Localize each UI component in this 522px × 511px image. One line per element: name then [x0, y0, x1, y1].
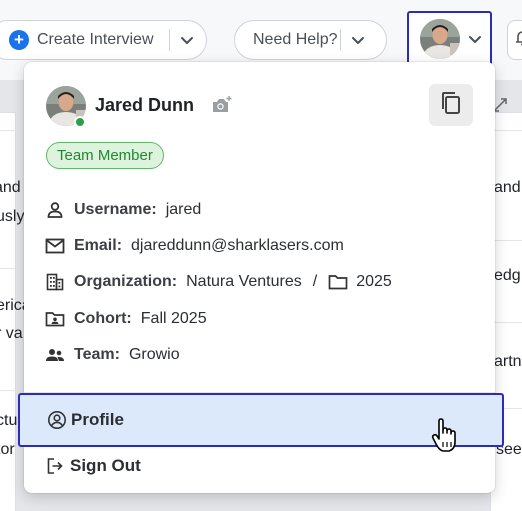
- notifications-button[interactable]: [507, 20, 522, 60]
- contact-card-icon: [45, 309, 65, 329]
- team-label: Team:: [74, 346, 120, 363]
- plus-circle-icon: +: [9, 30, 29, 50]
- card-text-fragment: tor: [0, 441, 15, 458]
- username-row: Username: jared: [45, 198, 201, 222]
- cohort-label: Cohort:: [74, 310, 132, 327]
- email-row: Email: djareddunn@sharklasers.com: [45, 234, 344, 258]
- divider: [169, 29, 170, 51]
- cohort-value: Fall 2025: [140, 310, 207, 327]
- profile-label: Profile: [71, 410, 124, 429]
- card-text-fragment: r va: [0, 325, 23, 342]
- cohort-row: Cohort: Fall 2025: [45, 307, 207, 331]
- sign-out-menu-item[interactable]: Sign Out: [46, 453, 141, 479]
- copy-icon: [440, 91, 462, 120]
- breadcrumb-separator: /: [312, 273, 318, 290]
- card-text-fragment: artn: [494, 353, 522, 370]
- chevron-down-icon[interactable]: [180, 33, 194, 47]
- account-circle-icon: [47, 410, 67, 430]
- card-text-fragment: and: [0, 179, 21, 196]
- card-text-fragment: edg: [494, 267, 521, 284]
- divider: [495, 240, 522, 241]
- email-value: djareddunn@sharklasers.com: [131, 237, 344, 254]
- divider: [495, 130, 522, 131]
- create-interview-label: Create Interview: [37, 31, 154, 48]
- mail-icon: [45, 236, 65, 256]
- email-label: Email:: [74, 237, 123, 254]
- divider: [495, 322, 522, 323]
- online-status-dot: [74, 116, 86, 128]
- divider: [0, 130, 24, 131]
- need-help-button[interactable]: Need Help?: [234, 20, 387, 60]
- divider: [340, 29, 341, 51]
- role-badge: Team Member: [46, 142, 164, 169]
- team-value: Growio: [128, 346, 180, 363]
- user-menu-button[interactable]: [407, 11, 492, 66]
- divider: [0, 390, 24, 391]
- user-name: Jared Dunn: [95, 95, 195, 115]
- chevron-down-icon[interactable]: [351, 33, 365, 47]
- create-interview-button[interactable]: + Create Interview: [0, 20, 207, 60]
- building-icon: [45, 272, 65, 292]
- card-text-fragment: usly: [0, 208, 25, 225]
- team-icon: [45, 345, 65, 365]
- avatar: [420, 18, 460, 59]
- camera-add-icon[interactable]: [211, 95, 233, 120]
- user-icon: [45, 200, 65, 220]
- card-text-fragment: ctu: [0, 412, 18, 429]
- folder-icon: [328, 274, 348, 290]
- need-help-label: Need Help?: [253, 31, 338, 48]
- organization-label: Organization:: [74, 273, 178, 290]
- profile-item-content: Profile: [47, 407, 124, 433]
- username-value: jared: [165, 201, 202, 218]
- organization-folder-value: 2025: [356, 273, 392, 290]
- bell-icon: [514, 29, 522, 52]
- username-label: Username:: [74, 201, 157, 218]
- copy-button[interactable]: [429, 84, 473, 126]
- team-row: Team: Growio: [45, 343, 180, 367]
- sign-out-label: Sign Out: [70, 456, 141, 475]
- divider: [0, 268, 24, 269]
- organization-value: Natura Ventures: [186, 273, 302, 290]
- card-text-fragment: and: [494, 179, 521, 196]
- logout-icon: [46, 456, 66, 476]
- chevron-down-icon: [468, 32, 482, 46]
- organization-row: Organization: Natura Ventures / 2025: [45, 270, 392, 294]
- hand-cursor-icon: [430, 418, 460, 459]
